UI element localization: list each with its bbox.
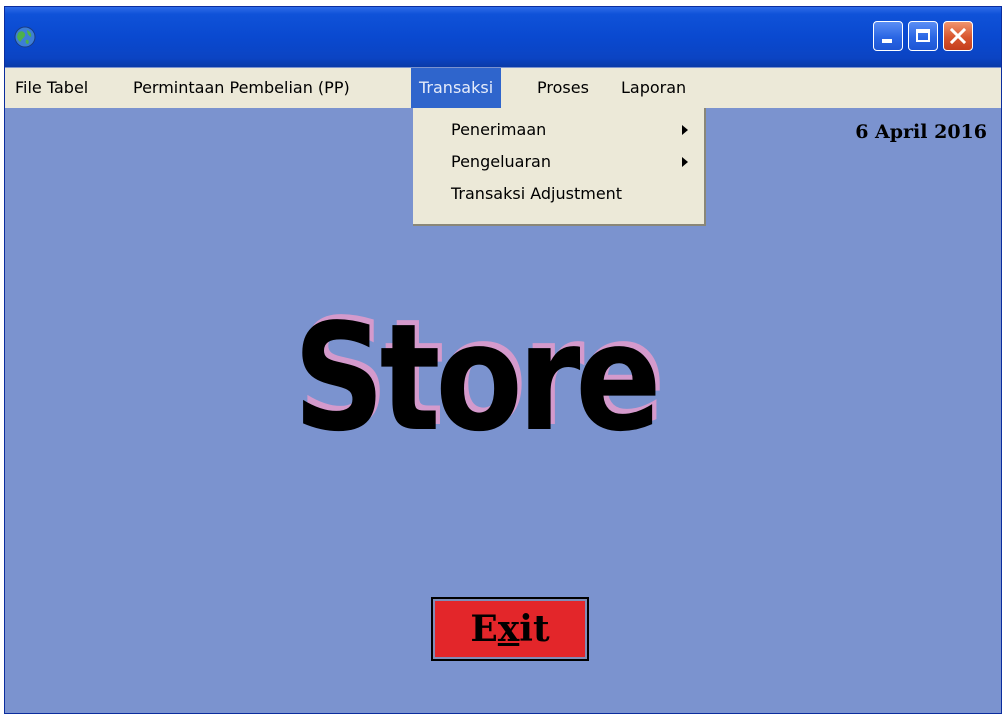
exit-label-access-key: x xyxy=(497,608,520,650)
minimize-button[interactable] xyxy=(873,21,903,51)
submenu-arrow-icon xyxy=(682,157,688,167)
submenu-arrow-icon xyxy=(682,125,688,135)
maximize-button[interactable] xyxy=(908,21,938,51)
current-date: 6 April 2016 xyxy=(855,121,987,143)
title-bar[interactable] xyxy=(5,7,1001,67)
close-icon xyxy=(950,28,966,44)
menu-transaksi[interactable]: Transaksi xyxy=(411,68,502,108)
dropdown-item-transaksi-adjustment[interactable]: Transaksi Adjustment xyxy=(413,178,704,210)
dropdown-item-label: Pengeluaran xyxy=(451,152,551,171)
menu-bar: File Tabel Permintaan Pembelian (PP) Tra… xyxy=(5,68,1001,108)
transaksi-dropdown-menu: Penerimaan Pengeluaran Transaksi Adjustm… xyxy=(413,108,706,226)
dropdown-item-pengeluaran[interactable]: Pengeluaran xyxy=(413,146,704,178)
globe-icon[interactable] xyxy=(13,25,37,49)
close-button[interactable] xyxy=(943,21,973,51)
dropdown-item-label: Transaksi Adjustment xyxy=(451,184,623,203)
menu-laporan[interactable]: Laporan xyxy=(617,68,690,108)
exit-label-rest: it xyxy=(519,608,550,650)
menu-permintaan-pembelian[interactable]: Permintaan Pembelian (PP) xyxy=(129,68,354,108)
menu-file-tabel[interactable]: File Tabel xyxy=(11,68,92,108)
app-window: File Tabel Permintaan Pembelian (PP) Tra… xyxy=(4,6,1002,714)
dropdown-item-penerimaan[interactable]: Penerimaan xyxy=(413,114,704,146)
exit-label-first: E xyxy=(470,608,498,650)
store-title: Store xyxy=(293,292,661,464)
exit-button[interactable]: Exit xyxy=(431,597,589,661)
menu-proses[interactable]: Proses xyxy=(533,68,593,108)
dropdown-item-label: Penerimaan xyxy=(451,120,547,139)
